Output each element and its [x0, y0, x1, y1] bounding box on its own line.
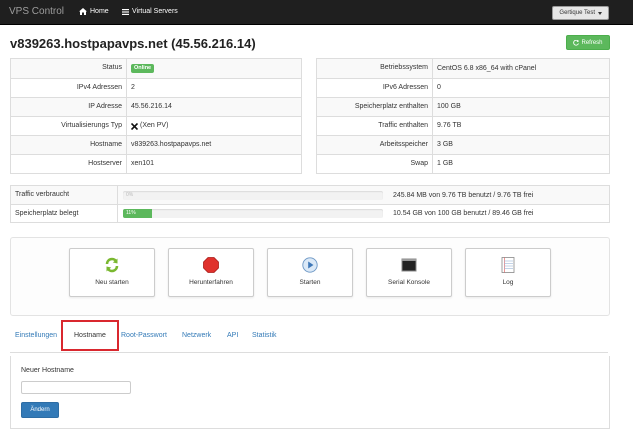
info-row-hostserver: Hostserver xen101: [11, 154, 301, 173]
disk-progress-bar: 11%: [123, 209, 383, 218]
info-key: Traffic enthalten: [317, 117, 433, 135]
info-value: 2: [131, 84, 135, 91]
refresh-label: Refresh: [581, 39, 603, 46]
brand[interactable]: VPS Control: [9, 6, 64, 17]
info-row-ipv4: IPv4 Adressen 2: [11, 78, 301, 97]
restart-button[interactable]: Neu starten: [69, 248, 155, 297]
usage-label: Speicherplatz belegt: [11, 205, 118, 222]
hostname-field-label: Neuer Hostname: [21, 367, 74, 374]
xen-logo-icon: [131, 122, 138, 130]
info-row-status: Status Online: [11, 59, 301, 78]
info-key: IPv4 Adressen: [11, 79, 127, 97]
info-key: Arbeitsspeicher: [317, 136, 433, 154]
info-value: xen101: [131, 160, 154, 167]
status-badge: Online: [131, 64, 155, 73]
info-key: Betriebssystem: [317, 59, 433, 78]
nav-home[interactable]: Home: [79, 8, 109, 15]
info-key: Speicherplatz enthalten: [317, 98, 433, 116]
info-key: Hostserver: [11, 155, 127, 173]
usage-table: Traffic verbraucht 0% 245.84 MB von 9.76…: [10, 185, 610, 223]
nav-home-label: Home: [90, 8, 109, 15]
info-row-hostname: Hostname v839263.hostpapavps.net: [11, 135, 301, 154]
info-value: 100 GB: [437, 103, 461, 110]
info-value: 0: [437, 84, 441, 91]
action-label: Herunterfahren: [189, 279, 233, 286]
play-icon: [302, 257, 318, 273]
traffic-progress-bar: 0%: [123, 190, 383, 200]
tab-statistik[interactable]: Statistik: [252, 332, 277, 339]
tab-root-passwort[interactable]: Root-Passwort: [121, 332, 167, 339]
hostname-input[interactable]: [21, 381, 131, 394]
stop-icon: [203, 257, 219, 273]
tab-netzwerk[interactable]: Netzwerk: [182, 332, 211, 339]
info-value: v839263.hostpapavps.net: [131, 141, 212, 148]
info-row-ip: IP Adresse 45.56.216.14: [11, 97, 301, 116]
info-row-traffic: Traffic enthalten 9.76 TB: [317, 116, 609, 135]
action-label: Serial Konsole: [388, 279, 430, 286]
usage-label: Traffic verbraucht: [11, 186, 118, 204]
caret-down-icon: [598, 11, 602, 15]
info-key: IPv6 Adressen: [317, 79, 433, 97]
home-icon: [79, 8, 87, 15]
usage-text: 245.84 MB von 9.76 TB benutzt / 9.76 TB …: [393, 191, 534, 199]
info-value: (Xen PV): [127, 117, 168, 135]
change-hostname-button[interactable]: Ändern: [21, 402, 59, 418]
info-key: Status: [11, 59, 127, 78]
info-key: IP Adresse: [11, 98, 127, 116]
usage-text: 10.54 GB von 100 GB benutzt / 89.46 GB f…: [393, 210, 534, 217]
nav-servers-label: Virtual Servers: [132, 8, 178, 15]
shutdown-button[interactable]: Herunterfahren: [168, 248, 254, 297]
progress-percent: 0%: [126, 191, 134, 198]
log-icon: [501, 257, 515, 273]
usage-row-traffic: Traffic verbraucht 0% 245.84 MB von 9.76…: [11, 186, 609, 204]
page-title: v839263.hostpapavps.net (45.56.216.14): [10, 36, 256, 51]
info-row-disk: Speicherplatz enthalten 100 GB: [317, 97, 609, 116]
usage-row-disk: Speicherplatz belegt 11% 10.54 GB von 10…: [11, 204, 609, 222]
info-row-ram: Arbeitsspeicher 3 GB: [317, 135, 609, 154]
info-row-os: Betriebssystem CentOS 6.8 x86_64 with cP…: [317, 59, 609, 78]
start-button[interactable]: Starten: [267, 248, 353, 297]
list-icon: [122, 8, 129, 15]
action-panel: Neu starten Herunterfahren Starten Seria…: [10, 237, 610, 316]
info-value: 45.56.216.14: [131, 103, 172, 110]
action-label: Starten: [299, 279, 321, 286]
nav-virtual-servers[interactable]: Virtual Servers: [122, 8, 178, 15]
progress-percent: 11%: [126, 210, 136, 216]
hostname-panel: Neuer Hostname Ändern: [10, 356, 610, 429]
info-key: Hostname: [11, 136, 127, 154]
server-info-table: Status Online IPv4 Adressen 2 IP Adresse…: [10, 58, 302, 174]
user-menu-dropdown[interactable]: Gertique Test: [552, 6, 609, 20]
info-value: 9.76 TB: [437, 122, 462, 129]
info-value: 3 GB: [437, 141, 453, 148]
refresh-icon: [573, 39, 580, 46]
hostname-tab-highlight: [61, 320, 119, 351]
tab-einstellungen[interactable]: Einstellungen: [15, 332, 57, 339]
info-value: 1 GB: [437, 160, 453, 167]
tab-api[interactable]: API: [227, 332, 238, 339]
restart-icon: [105, 257, 119, 273]
info-row-virt-type: Virtualisierungs Typ (Xen PV): [11, 116, 301, 135]
info-value: Online: [127, 59, 155, 78]
info-row-ipv6: IPv6 Adressen 0: [317, 78, 609, 97]
action-label: Neu starten: [95, 279, 129, 286]
virt-type-text: (Xen PV): [140, 122, 169, 129]
serial-console-button[interactable]: Serial Konsole: [366, 248, 452, 297]
info-key: Virtualisierungs Typ: [11, 117, 127, 135]
user-name: Gertique Test: [559, 10, 595, 16]
console-icon: [401, 258, 417, 272]
info-key: Swap: [317, 155, 433, 173]
info-value: CentOS 6.8 x86_64 with cPanel: [437, 64, 537, 72]
resource-info-table: Betriebssystem CentOS 6.8 x86_64 with cP…: [316, 58, 610, 174]
action-label: Log: [502, 279, 514, 286]
refresh-button[interactable]: Refresh: [566, 35, 610, 50]
log-button[interactable]: Log: [465, 248, 551, 297]
navbar: VPS Control Home Virtual Servers Gertiqu…: [0, 0, 633, 25]
info-row-swap: Swap 1 GB: [317, 154, 609, 173]
